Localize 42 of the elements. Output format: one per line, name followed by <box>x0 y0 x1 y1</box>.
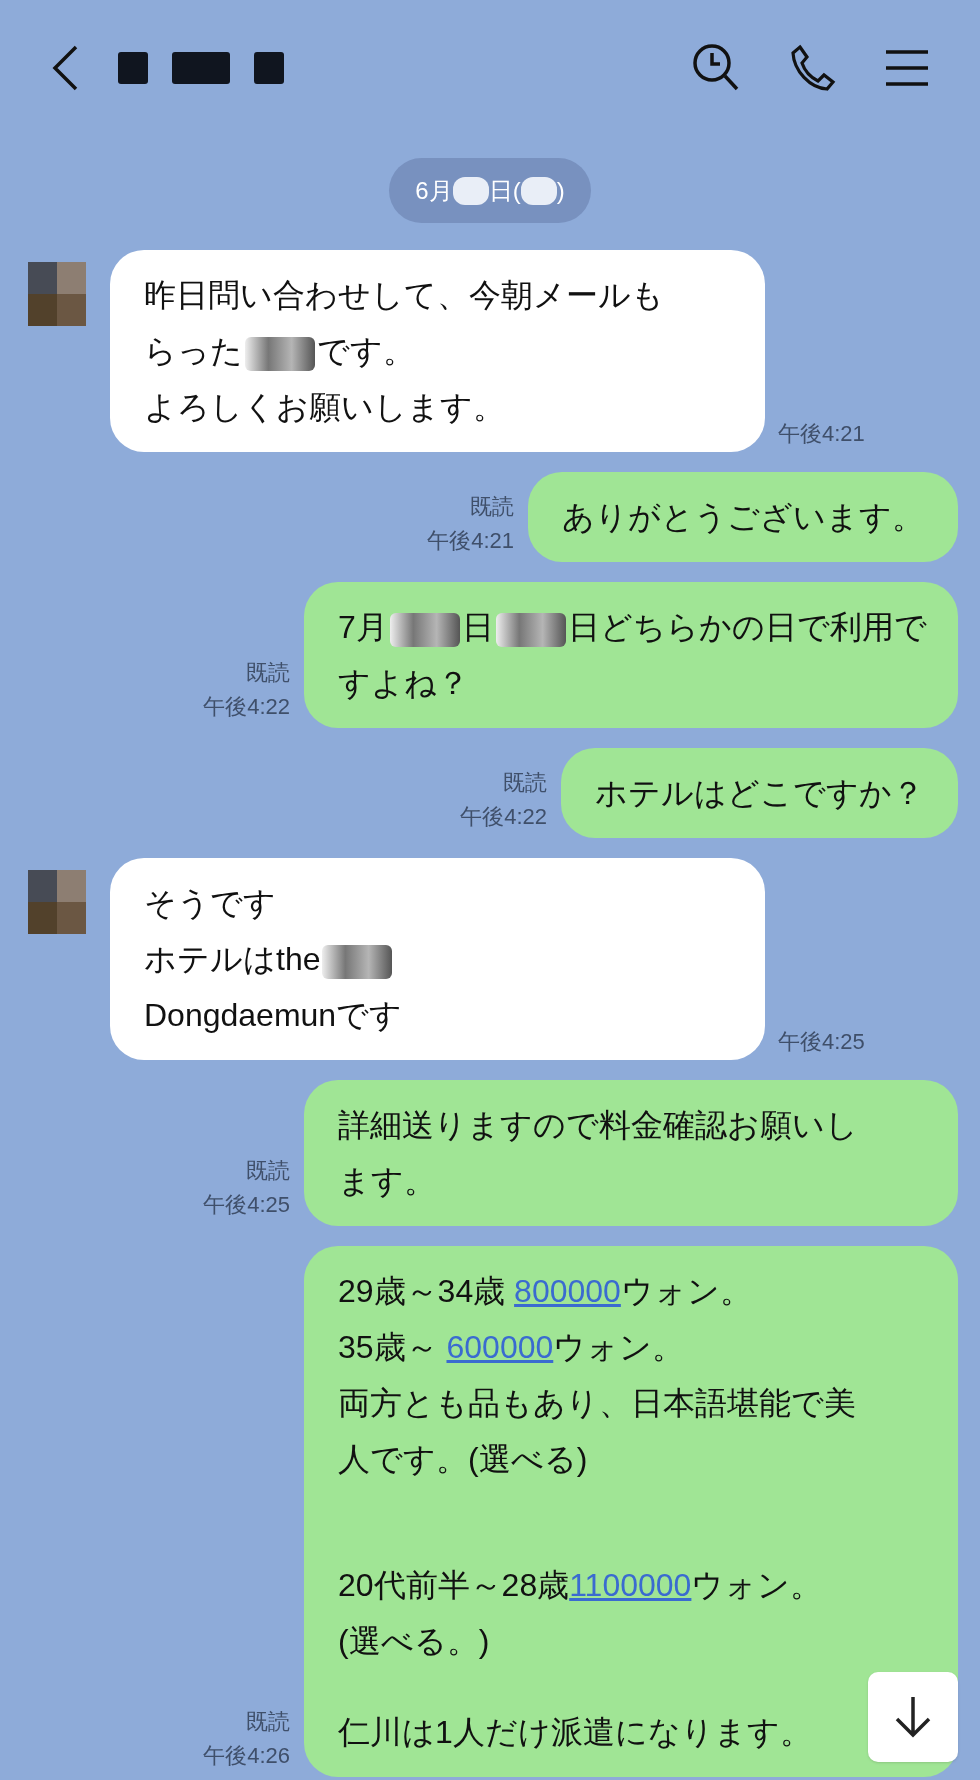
scroll-down-button[interactable] <box>868 1672 958 1762</box>
message-time: 午後4:26 <box>203 1742 290 1770</box>
redacted-block <box>172 52 230 84</box>
redacted-block <box>254 52 284 84</box>
link[interactable]: 600000 <box>446 1329 554 1365</box>
message-time: 午後4:21 <box>778 420 865 448</box>
read-receipt: 既読 <box>470 493 514 521</box>
redacted-block <box>389 612 460 647</box>
message-text: 詳細送りますので料金確認お願いし ます。 <box>338 1106 858 1201</box>
message-text: ホテルはどこですか？ <box>595 774 924 813</box>
date-text: 6月 <box>415 175 453 206</box>
phone-icon[interactable] <box>790 44 836 92</box>
date-text: 日( <box>488 175 521 206</box>
back-icon[interactable] <box>50 44 80 92</box>
redacted-block <box>322 944 393 979</box>
read-receipt: 既読 <box>503 769 547 797</box>
menu-icon[interactable] <box>886 49 928 87</box>
message-time: 午後4:22 <box>460 803 547 831</box>
message-time: 午後4:21 <box>427 527 514 555</box>
message-text: 7月 日 日どちらかの日で利用で すよね？ <box>338 608 927 703</box>
message-text: 昨日問い合わせして、今朝メールも らった です。 よろしくお願いします。 <box>144 276 664 427</box>
avatar[interactable] <box>28 262 86 326</box>
link[interactable]: 800000 <box>514 1273 621 1309</box>
arrow-down-icon <box>893 1695 933 1739</box>
message-time: 午後4:25 <box>203 1191 290 1219</box>
redacted-block <box>495 612 566 647</box>
date-text: ) <box>556 175 565 206</box>
read-receipt: 既読 <box>246 1157 290 1185</box>
search-icon[interactable] <box>692 43 740 93</box>
message-text: そうです ホテルはthe Dongdaemunです <box>144 884 403 1035</box>
read-receipt: 既読 <box>246 659 290 687</box>
redacted-block <box>118 52 148 84</box>
redacted-block <box>245 336 315 371</box>
redacted-block <box>520 176 557 205</box>
read-receipt: 既読 <box>246 1708 290 1736</box>
avatar[interactable] <box>28 870 86 934</box>
message-text: 29歳～34歳 800000ウォン。 35歳～ 600000ウォン。 両方とも品もあり、日本語堪能で美 人です。(選べる) 20代前半～28歳1100000ウォン。 (選べる。) 仁川は1人だけ派遣になります。 <box>338 1272 856 1752</box>
message-time: 午後4:25 <box>778 1028 865 1056</box>
link[interactable]: 1100000 <box>569 1567 692 1603</box>
message-time: 午後4:22 <box>203 693 290 721</box>
message-text: ありがとうございます。 <box>562 498 924 537</box>
redacted-block <box>452 176 489 205</box>
